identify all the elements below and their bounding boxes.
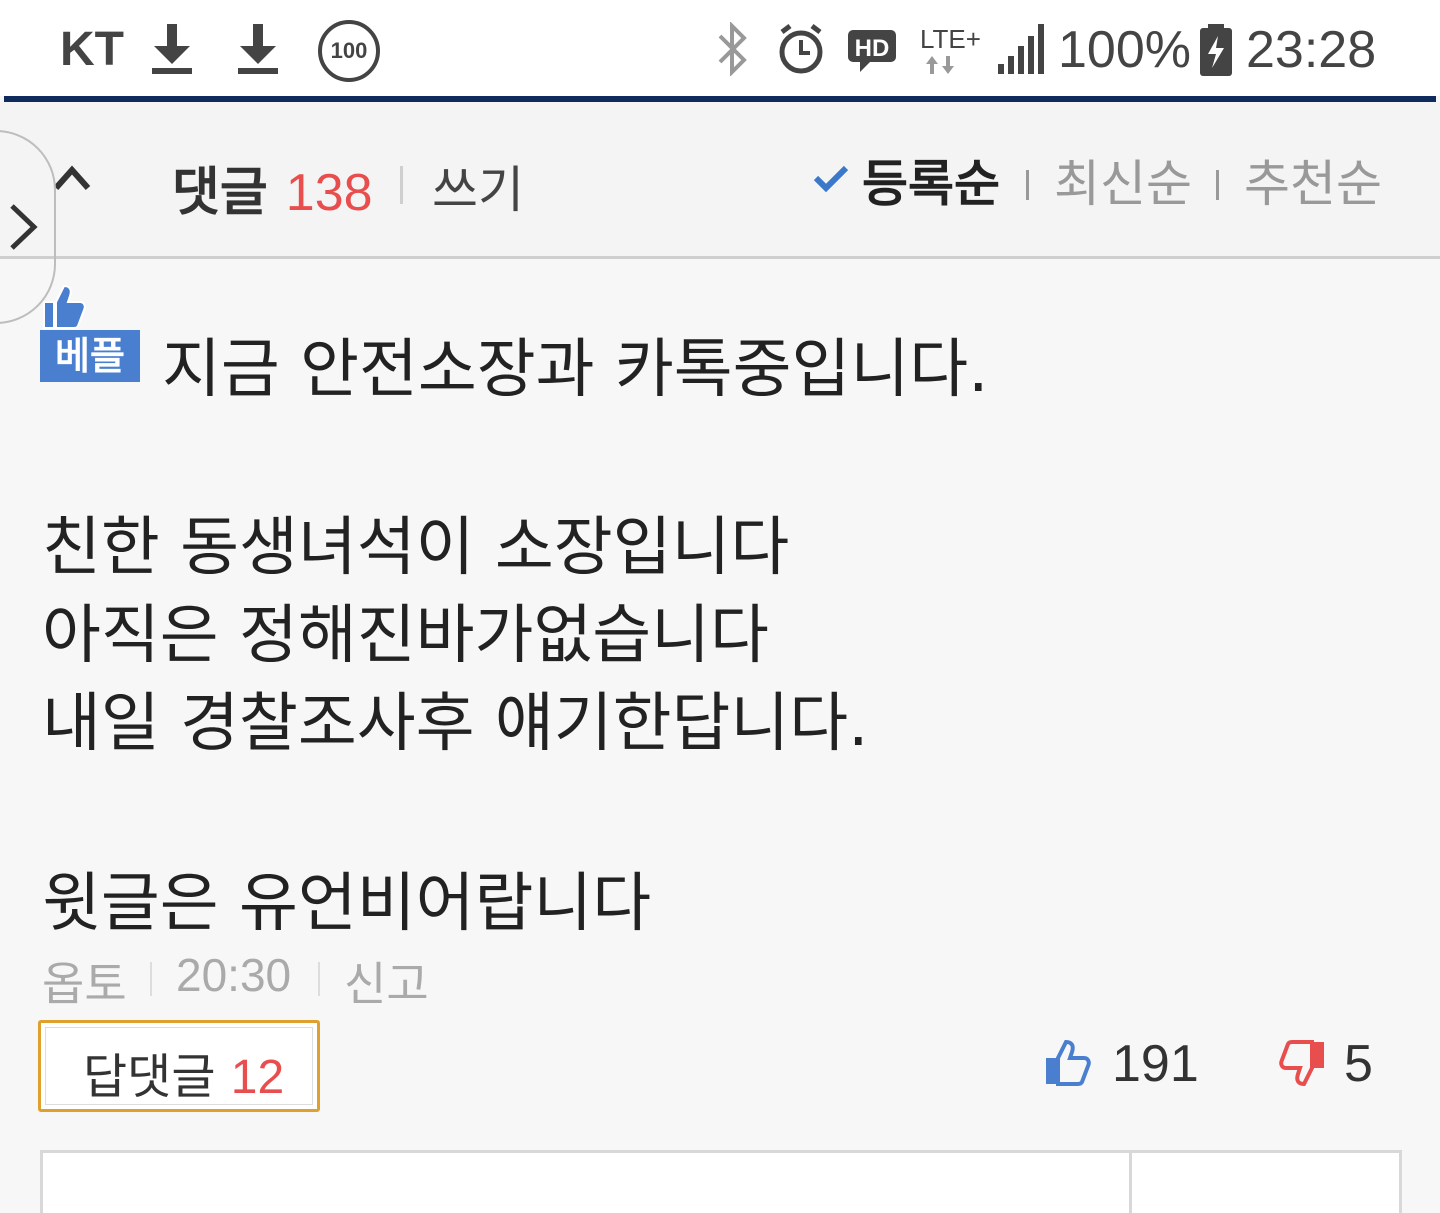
battery-percent: 100% bbox=[1058, 21, 1191, 79]
best-comment-badge: 베플 bbox=[40, 330, 140, 382]
status-bar: KT 100 HD LTE+ 100% 23:28 bbox=[0, 0, 1440, 102]
signal-icon bbox=[998, 24, 1044, 74]
comment-author[interactable]: 옵토 bbox=[42, 948, 127, 1014]
comment-line: 지금 안전소장과 카톡중입니다. bbox=[162, 333, 989, 407]
battery-level-badge: 100 bbox=[318, 20, 380, 82]
hd-icon: HD bbox=[848, 30, 896, 72]
comments-count: 138 bbox=[285, 164, 373, 222]
lte-icon: LTE+ bbox=[920, 24, 981, 74]
write-comment-link[interactable]: 쓰기 bbox=[432, 150, 524, 222]
thumbs-up-icon[interactable] bbox=[1044, 1040, 1092, 1086]
sort-recommended[interactable]: 추천순 bbox=[1244, 144, 1382, 216]
bluetooth-icon bbox=[718, 22, 747, 76]
dislike-count: 5 bbox=[1344, 1035, 1373, 1093]
svg-text:HD: HD bbox=[855, 35, 890, 62]
reply-count: 12 bbox=[230, 1051, 285, 1104]
comments-title: 댓글 138 bbox=[172, 163, 373, 223]
report-link[interactable]: 신고 bbox=[344, 948, 429, 1014]
check-icon bbox=[813, 165, 849, 193]
comment-line: 내일 경찰조사후 얘기한답니다. bbox=[42, 687, 869, 761]
comment-line: 아직은 정해진바가없습니다 bbox=[42, 599, 769, 673]
divider bbox=[318, 962, 320, 996]
reply-button[interactable]: 답댓글 12 bbox=[38, 1020, 320, 1112]
chevron-up-icon[interactable] bbox=[52, 162, 92, 192]
comment-time: 20:30 bbox=[176, 949, 292, 1001]
sort-latest[interactable]: 최신순 bbox=[1054, 144, 1192, 216]
clock: 23:28 bbox=[1246, 21, 1377, 79]
best-thumb-icon bbox=[43, 284, 86, 329]
reply-button-label: 답댓글 12 bbox=[83, 1049, 285, 1105]
divider bbox=[1129, 1153, 1132, 1213]
download-icon bbox=[152, 24, 192, 74]
comment-line: 윗글은 유언비어랍니다 bbox=[42, 867, 652, 941]
reply-input-box[interactable] bbox=[40, 1150, 1402, 1213]
comment-line: 친한 동생녀석이 소장입니다 bbox=[42, 511, 790, 585]
sort-registered[interactable]: 등록순 bbox=[862, 144, 1000, 216]
chevron-right-icon bbox=[10, 204, 38, 250]
divider bbox=[400, 166, 403, 204]
divider bbox=[150, 962, 152, 996]
carrier-label: KT bbox=[60, 23, 124, 76]
divider bbox=[1026, 170, 1029, 200]
battery-charging-icon bbox=[1200, 24, 1232, 76]
alarm-icon bbox=[779, 24, 823, 74]
download-icon bbox=[238, 24, 278, 74]
divider bbox=[1216, 170, 1219, 200]
lte-label: LTE+ bbox=[920, 24, 981, 54]
comments-header: 댓글 138 쓰기 등록순 최신순 추천순 bbox=[0, 102, 1440, 259]
thumbs-down-icon[interactable] bbox=[1278, 1040, 1326, 1086]
like-count: 191 bbox=[1112, 1035, 1199, 1093]
